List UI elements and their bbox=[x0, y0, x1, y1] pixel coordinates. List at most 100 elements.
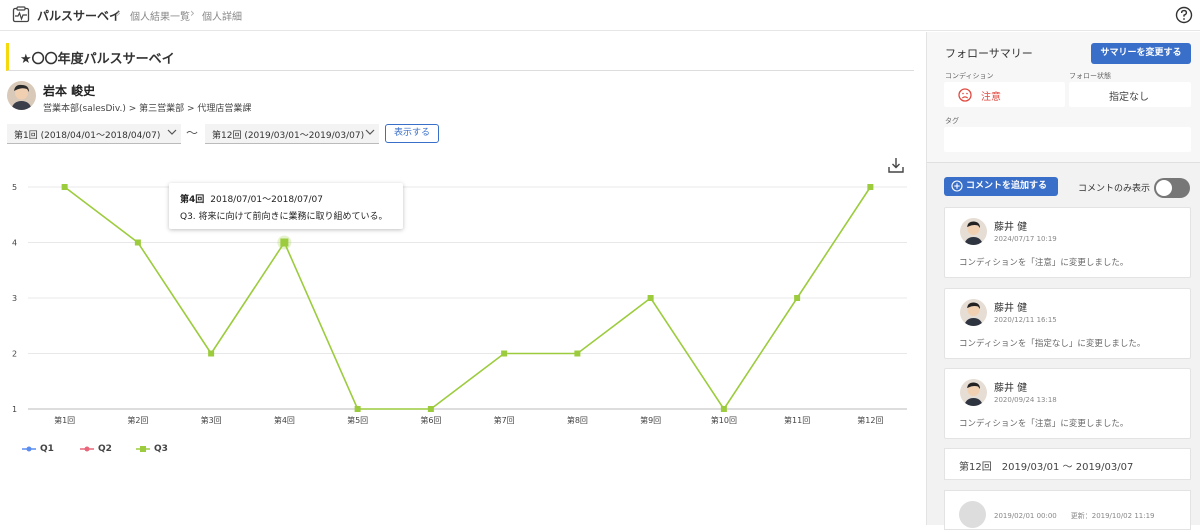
survey-title-bar: ★〇〇年度パルスサーベイ bbox=[6, 43, 914, 71]
legend-marker bbox=[80, 446, 94, 451]
y-tick-label: 5 bbox=[12, 183, 17, 192]
comment-card: 藤井 健 2024/07/17 10:19 コンディションを「注意」に変更しまし… bbox=[944, 207, 1191, 278]
data-point bbox=[280, 238, 289, 247]
data-point bbox=[61, 184, 68, 190]
chart-tooltip: 第4回 2018/07/01〜2018/07/07 Q3. 将来に向けて前向きに業… bbox=[169, 183, 403, 229]
comment-date: 2020/09/24 13:18 bbox=[994, 396, 1057, 404]
x-tick-label: 第9回 bbox=[640, 415, 661, 425]
data-point bbox=[354, 406, 361, 412]
avatar bbox=[960, 379, 987, 406]
from-round-select[interactable]: 第1回 (2018/04/01〜2018/04/07) bbox=[7, 124, 181, 144]
show-button[interactable]: 表示する bbox=[385, 124, 439, 143]
chevron-right-icon: › bbox=[190, 6, 195, 20]
tooltip-dates: 2018/07/01〜2018/07/07 bbox=[210, 195, 324, 205]
x-tick-label: 第12回 bbox=[857, 415, 883, 425]
data-point bbox=[794, 295, 801, 301]
pulse-line-chart: 12345第1回 第2回 第3回 第4回 第5回 第6回 第7回 第8回 第9回 第10回 第11回… bbox=[12, 183, 907, 425]
avatar bbox=[959, 501, 986, 528]
avatar bbox=[7, 81, 36, 110]
help-icon[interactable] bbox=[1175, 6, 1193, 24]
follow-status-label: フォロー状態 bbox=[1069, 72, 1111, 80]
data-point bbox=[720, 406, 727, 412]
data-point bbox=[574, 350, 581, 357]
data-point bbox=[647, 295, 654, 301]
from-round-value: 第1回 (2018/04/01〜2018/04/07) bbox=[14, 131, 161, 141]
legend-marker bbox=[22, 446, 36, 451]
follow-summary-panel: フォローサマリー サマリーを変更する コンディション フォロー状態 注意 指定な… bbox=[927, 32, 1200, 163]
download-icon[interactable] bbox=[887, 156, 905, 174]
tooltip-round: 第4回 bbox=[180, 195, 205, 205]
comment-date: 2024/07/17 10:19 bbox=[994, 235, 1057, 243]
comment-message: コンディションを「注意」に変更しました。 bbox=[959, 258, 1129, 268]
data-point bbox=[501, 350, 508, 357]
chevron-down-icon bbox=[365, 129, 375, 135]
comment-message: コンディションを「注意」に変更しました。 bbox=[959, 419, 1129, 429]
x-tick-label: 第6回 bbox=[420, 415, 441, 425]
comment-card: 藤井 健 2020/09/24 13:18 コンディションを「注意」に変更しまし… bbox=[944, 368, 1191, 439]
plus-circle-icon bbox=[951, 180, 963, 192]
avatar bbox=[960, 218, 987, 245]
survey-entry-card: 2019/02/01 00:00 更新：2019/10/02 11:19 bbox=[944, 490, 1191, 530]
x-tick-label: 第2回 bbox=[127, 415, 148, 425]
legend-item-q2[interactable]: Q2 bbox=[80, 444, 112, 454]
y-tick-label: 3 bbox=[12, 294, 17, 303]
period-header: 第12回 2019/03/01 〜 2019/03/07 bbox=[944, 448, 1191, 480]
follow-status-field[interactable]: 指定なし bbox=[1069, 82, 1191, 107]
breadcrumb-individual-list[interactable]: 個人結果一覧 bbox=[130, 8, 190, 23]
tooltip-question: Q3. 将来に向けて前向きに業務に取り組めている。 bbox=[180, 212, 388, 222]
x-tick-label: 第11回 bbox=[784, 415, 810, 425]
follow-summary-title: フォローサマリー bbox=[945, 47, 1033, 60]
follow-sidebar: フォローサマリー サマリーを変更する コンディション フォロー状態 注意 指定な… bbox=[926, 32, 1200, 530]
legend-item-q1[interactable]: Q1 bbox=[22, 444, 54, 454]
x-tick-label: 第7回 bbox=[494, 415, 515, 425]
legend-label: Q3 bbox=[154, 444, 168, 454]
pulse-survey-icon bbox=[12, 6, 30, 23]
legend-label: Q1 bbox=[40, 444, 54, 454]
to-round-value: 第12回 (2019/03/01〜2019/03/07) bbox=[212, 131, 365, 141]
comment-message: コンディションを「指定なし」に変更しました。 bbox=[959, 339, 1146, 349]
data-point bbox=[208, 350, 215, 357]
y-tick-label: 1 bbox=[12, 405, 17, 414]
person-department: 営業本部(salesDiv.) > 第三営業部 > 代理店営業課 bbox=[43, 104, 252, 114]
comment-author: 藤井 健 bbox=[994, 383, 1028, 394]
person-name: 岩本 峻史 bbox=[43, 84, 96, 98]
y-tick-label: 4 bbox=[12, 239, 17, 248]
legend-marker bbox=[136, 445, 150, 452]
x-tick-label: 第10回 bbox=[711, 415, 737, 425]
survey-title: ★〇〇年度パルスサーベイ bbox=[20, 52, 175, 67]
change-summary-button[interactable]: サマリーを変更する bbox=[1091, 43, 1191, 64]
comment-card: 藤井 健 2020/12/11 16:15 コンディションを「指定なし」に変更し… bbox=[944, 288, 1191, 359]
breadcrumb-individual-detail: 個人詳細 bbox=[202, 12, 242, 23]
comment-only-toggle[interactable] bbox=[1154, 178, 1190, 198]
condition-value: 注意 bbox=[981, 92, 1001, 103]
toggle-knob bbox=[1156, 180, 1172, 196]
add-comment-button[interactable]: コメントを追加する bbox=[944, 177, 1058, 196]
x-tick-label: 第8回 bbox=[567, 415, 588, 425]
condition-label: コンディション bbox=[945, 72, 994, 80]
x-tick-label: 第3回 bbox=[201, 415, 222, 425]
data-point bbox=[867, 184, 874, 190]
chevron-down-icon bbox=[167, 129, 177, 135]
top-bar: パルスサーベイ › 個人結果一覧 › 個人詳細 bbox=[0, 0, 1200, 31]
data-point bbox=[134, 239, 141, 246]
add-comment-label: コメントを追加する bbox=[966, 181, 1048, 191]
y-tick-label: 2 bbox=[12, 350, 17, 359]
entry-meta: 2019/02/01 00:00 更新：2019/10/02 11:19 bbox=[994, 512, 1155, 520]
comment-date: 2020/12/11 16:15 bbox=[994, 316, 1057, 324]
follow-status-value: 指定なし bbox=[1109, 92, 1149, 103]
frown-face-icon bbox=[958, 88, 972, 102]
tag-field[interactable] bbox=[944, 127, 1191, 152]
to-round-select[interactable]: 第12回 (2019/03/01〜2019/03/07) bbox=[205, 124, 379, 144]
condition-field[interactable]: 注意 bbox=[944, 82, 1065, 107]
x-tick-label: 第5回 bbox=[347, 415, 368, 425]
comment-only-label: コメントのみ表示 bbox=[1078, 184, 1151, 194]
comment-author: 藤井 健 bbox=[994, 303, 1028, 314]
range-separator: 〜 bbox=[186, 126, 199, 140]
app-title[interactable]: パルスサーベイ bbox=[37, 7, 121, 24]
avatar bbox=[960, 299, 987, 326]
chevron-right-icon: › bbox=[116, 6, 121, 20]
legend-item-q3[interactable]: Q3 bbox=[136, 444, 168, 454]
legend-label: Q2 bbox=[98, 444, 112, 454]
comment-author: 藤井 健 bbox=[994, 222, 1028, 233]
x-tick-label: 第4回 bbox=[274, 415, 295, 425]
